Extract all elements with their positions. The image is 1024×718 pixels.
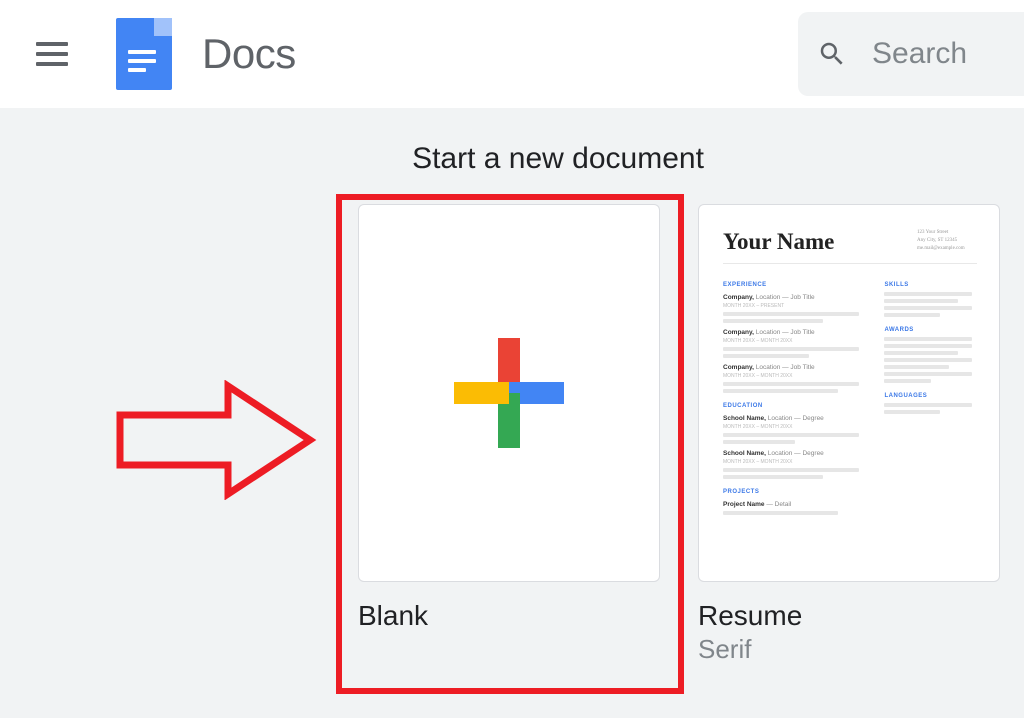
template-item-blank: Blank (358, 204, 660, 665)
annotation-arrow-icon (110, 380, 320, 500)
docs-logo-icon[interactable] (116, 18, 172, 90)
resume-thumbnail: Your Name 123 Your StreetAny City, ST 12… (699, 205, 999, 581)
template-item-resume: Your Name 123 Your StreetAny City, ST 12… (698, 204, 1000, 665)
template-card-resume[interactable]: Your Name 123 Your StreetAny City, ST 12… (698, 204, 1000, 582)
section-title: Start a new document (92, 142, 1024, 176)
template-label: Blank (358, 600, 660, 632)
resume-preview-name: Your Name (723, 229, 834, 255)
template-subtitle: Serif (698, 634, 1000, 665)
plus-icon (454, 338, 564, 448)
template-cards-row: Blank Your Name 123 Your StreetAny City,… (358, 204, 1024, 665)
template-label: Resume (698, 600, 1000, 632)
search-box[interactable]: Search (798, 12, 1024, 96)
template-gallery: Start a new document Blank Your Name (0, 108, 1024, 718)
template-card-blank[interactable] (358, 204, 660, 582)
main-menu-button[interactable] (28, 30, 76, 78)
search-placeholder: Search (872, 37, 967, 71)
top-bar: Docs Search (0, 0, 1024, 108)
app-title: Docs (202, 30, 296, 78)
search-icon (816, 38, 848, 70)
hamburger-icon (36, 42, 68, 66)
